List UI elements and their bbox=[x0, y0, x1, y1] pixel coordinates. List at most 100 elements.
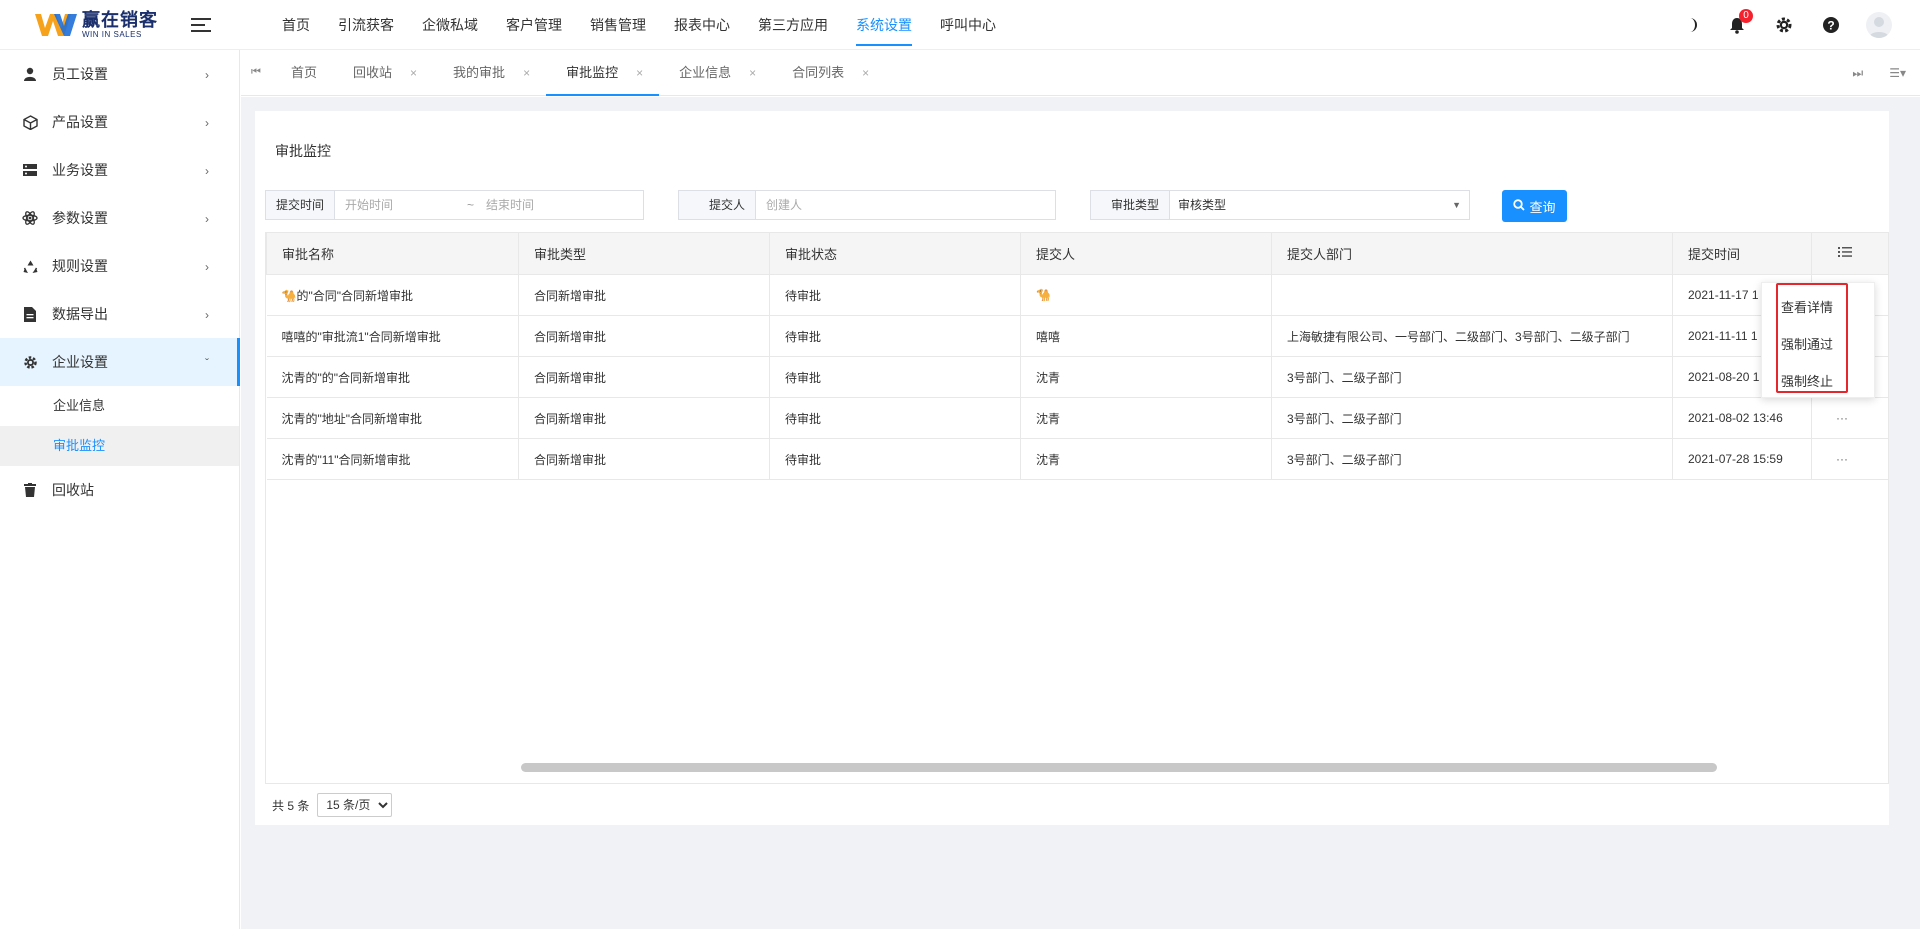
cell-approval-type: 合同新增审批 bbox=[518, 315, 770, 357]
submit-time-label: 提交时间 bbox=[266, 191, 336, 219]
sidebar-item-label: 规则设置 bbox=[52, 258, 108, 274]
help-icon[interactable]: ? bbox=[1819, 13, 1843, 37]
cell-submit-time: 2021-07-28 15:59 bbox=[1672, 438, 1812, 480]
sidebar-item-staff[interactable]: 员工设置 › bbox=[0, 50, 239, 98]
topnav-third-party[interactable]: 第三方应用 bbox=[744, 0, 842, 50]
menu-item-force-approve[interactable]: 强制通过 bbox=[1762, 326, 1874, 363]
close-icon[interactable]: × bbox=[410, 50, 417, 96]
tabs-scroll-left-icon[interactable]: ⏮ bbox=[241, 50, 271, 96]
bell-icon[interactable]: 0 bbox=[1725, 9, 1753, 37]
close-icon[interactable]: × bbox=[523, 50, 530, 96]
topnav-call-center[interactable]: 呼叫中心 bbox=[926, 0, 1010, 50]
close-icon[interactable]: × bbox=[636, 50, 643, 96]
approval-type-select[interactable]: 审核类型 bbox=[1170, 191, 1452, 219]
main-card: 审批监控 提交时间 开始时间 ~ 结束时间 提交人 创建人 审批类型 审核类型 … bbox=[255, 111, 1889, 825]
sidebar-item-label: 参数设置 bbox=[52, 210, 108, 226]
sidebar-item-recycle-bin[interactable]: 回收站 bbox=[0, 466, 239, 514]
trash-icon bbox=[22, 482, 38, 498]
cell-submitter: 嘻嘻 bbox=[1020, 315, 1272, 357]
tab-enterprise-info[interactable]: 企业信息 × bbox=[659, 50, 772, 96]
row-actions-button[interactable]: ··· bbox=[1811, 438, 1888, 480]
topnav-home[interactable]: 首页 bbox=[268, 0, 324, 50]
approval-type-label: 审批类型 bbox=[1091, 191, 1171, 219]
logo-title: 赢在销客 bbox=[82, 9, 158, 30]
sidebar-item-label: 员工设置 bbox=[52, 66, 108, 82]
moon-icon[interactable] bbox=[1678, 13, 1702, 37]
close-icon[interactable]: × bbox=[862, 50, 869, 96]
tabs-menu-icon[interactable]: ☰▾ bbox=[1889, 66, 1906, 80]
sidebar-item-label: 产品设置 bbox=[52, 114, 108, 130]
cell-approval-name: 嘻嘻的"审批流1"合同新增审批 bbox=[266, 315, 519, 357]
sidebar-item-params[interactable]: 参数设置 › bbox=[0, 194, 239, 242]
menu-item-force-terminate[interactable]: 强制终止 bbox=[1762, 363, 1874, 400]
sidebar-item-label: 数据导出 bbox=[52, 306, 108, 322]
avatar[interactable] bbox=[1866, 12, 1892, 38]
sidebar-item-label: 业务设置 bbox=[52, 162, 108, 178]
cell-submitter: 沈青 bbox=[1020, 438, 1272, 480]
cell-approval-status: 待审批 bbox=[769, 356, 1021, 398]
topnav-sales[interactable]: 销售管理 bbox=[576, 0, 660, 50]
chevron-right-icon: › bbox=[205, 116, 209, 130]
topnav-wecom[interactable]: 企微私域 bbox=[408, 0, 492, 50]
pagination: 共 5 条 15 条/页 bbox=[272, 793, 393, 817]
logo-subtitle: WIN IN SALES bbox=[82, 29, 142, 39]
table-row[interactable]: 沈青的"的"合同新增审批 合同新增审批 待审批 沈青 3号部门、二级子部门 20… bbox=[266, 356, 1888, 398]
tab-recycle-bin[interactable]: 回收站 × bbox=[333, 50, 433, 96]
chevron-down-icon[interactable]: ▼ bbox=[1452, 191, 1469, 219]
cell-approval-status: 待审批 bbox=[769, 274, 1021, 316]
gear-icon[interactable] bbox=[1772, 13, 1796, 37]
topnav-lead-gen[interactable]: 引流获客 bbox=[324, 0, 408, 50]
column-header: 审批状态 bbox=[769, 232, 1021, 275]
row-actions-button[interactable]: ··· bbox=[1811, 397, 1888, 439]
tabs-scroll-right-icon[interactable]: ⏭ bbox=[1852, 66, 1863, 81]
cell-submitter-dept: 上海敏捷有限公司、一号部门、二级部门、3号部门、二级子部门 bbox=[1271, 315, 1673, 357]
column-settings-icon[interactable] bbox=[1811, 232, 1888, 275]
chevron-right-icon: › bbox=[205, 212, 209, 226]
end-time-input[interactable]: 结束时间 bbox=[476, 191, 544, 219]
submitter-filter: 提交人 创建人 bbox=[678, 190, 1056, 220]
table-row[interactable]: 沈青的"地址"合同新增审批 合同新增审批 待审批 沈青 3号部门、二级子部门 2… bbox=[266, 397, 1888, 439]
table-row[interactable]: 🐪的"合同"合同新增审批 合同新增审批 待审批 🐪 2021-11-17 1 bbox=[266, 274, 1888, 316]
cell-approval-name: 🐪的"合同"合同新增审批 bbox=[266, 274, 519, 316]
tab-home[interactable]: 首页 bbox=[271, 50, 333, 96]
topnav-customers[interactable]: 客户管理 bbox=[492, 0, 576, 50]
tab-contract-list[interactable]: 合同列表 × bbox=[772, 50, 885, 96]
close-icon[interactable]: × bbox=[749, 50, 756, 96]
table-header-row: 审批名称 审批类型 审批状态 提交人 提交人部门 提交时间 bbox=[266, 232, 1888, 275]
column-header: 审批名称 bbox=[266, 232, 519, 275]
column-header: 审批类型 bbox=[518, 232, 770, 275]
logo[interactable]: 赢在销客 WIN IN SALES bbox=[0, 0, 198, 50]
notification-badge: 0 bbox=[1739, 9, 1753, 23]
topnav-system-settings[interactable]: 系统设置 bbox=[842, 0, 926, 50]
horizontal-scrollbar[interactable] bbox=[521, 763, 1717, 772]
table-row[interactable]: 嘻嘻的"审批流1"合同新增审批 合同新增审批 待审批 嘻嘻 上海敏捷有限公司、一… bbox=[266, 315, 1888, 357]
sidebar-item-data-export[interactable]: 数据导出 › bbox=[0, 290, 239, 338]
total-count: 共 5 条 bbox=[272, 798, 310, 813]
table-row[interactable]: 沈青的"11"合同新增审批 合同新增审批 待审批 沈青 3号部门、二级子部门 2… bbox=[266, 438, 1888, 480]
sidebar-item-products[interactable]: 产品设置 › bbox=[0, 98, 239, 146]
sidebar-item-label: 企业设置 bbox=[52, 354, 108, 370]
cell-approval-status: 待审批 bbox=[769, 397, 1021, 439]
page-size-select[interactable]: 15 条/页 bbox=[317, 793, 393, 817]
menu-item-view-details[interactable]: 查看详情 bbox=[1762, 289, 1874, 326]
menu-toggle-icon[interactable] bbox=[186, 0, 216, 50]
sidebar-item-rules[interactable]: 规则设置 › bbox=[0, 242, 239, 290]
sidebar-item-enterprise[interactable]: 企业设置 ˇ bbox=[0, 338, 240, 386]
sidebar-subitem-enterprise-info[interactable]: 企业信息 bbox=[0, 386, 239, 426]
tab-my-approvals[interactable]: 我的审批 × bbox=[433, 50, 546, 96]
chevron-right-icon: › bbox=[205, 308, 209, 322]
cell-approval-status: 待审批 bbox=[769, 438, 1021, 480]
page-tabs: ⏮ 首页 回收站 × 我的审批 × 审批监控 × 企业信息 × 合同列表 × ⏭ ☰▾ bbox=[241, 50, 1920, 96]
sidebar-item-business[interactable]: 业务设置 › bbox=[0, 146, 239, 194]
search-button[interactable]: 查询 bbox=[1502, 190, 1567, 222]
user-icon bbox=[22, 66, 38, 82]
row-actions-menu: 查看详情 强制通过 强制终止 bbox=[1761, 282, 1875, 398]
topnav-reports[interactable]: 报表中心 bbox=[660, 0, 744, 50]
submit-time-filter: 提交时间 开始时间 ~ 结束时间 bbox=[265, 190, 644, 220]
column-header: 提交人部门 bbox=[1271, 232, 1673, 275]
start-time-input[interactable]: 开始时间 bbox=[335, 191, 465, 219]
tab-approval-monitor[interactable]: 审批监控 × bbox=[546, 50, 660, 96]
submitter-input[interactable]: 创建人 bbox=[756, 191, 1055, 219]
gear-icon bbox=[22, 354, 38, 370]
sidebar-subitem-approval-monitor[interactable]: 审批监控 bbox=[0, 426, 239, 466]
